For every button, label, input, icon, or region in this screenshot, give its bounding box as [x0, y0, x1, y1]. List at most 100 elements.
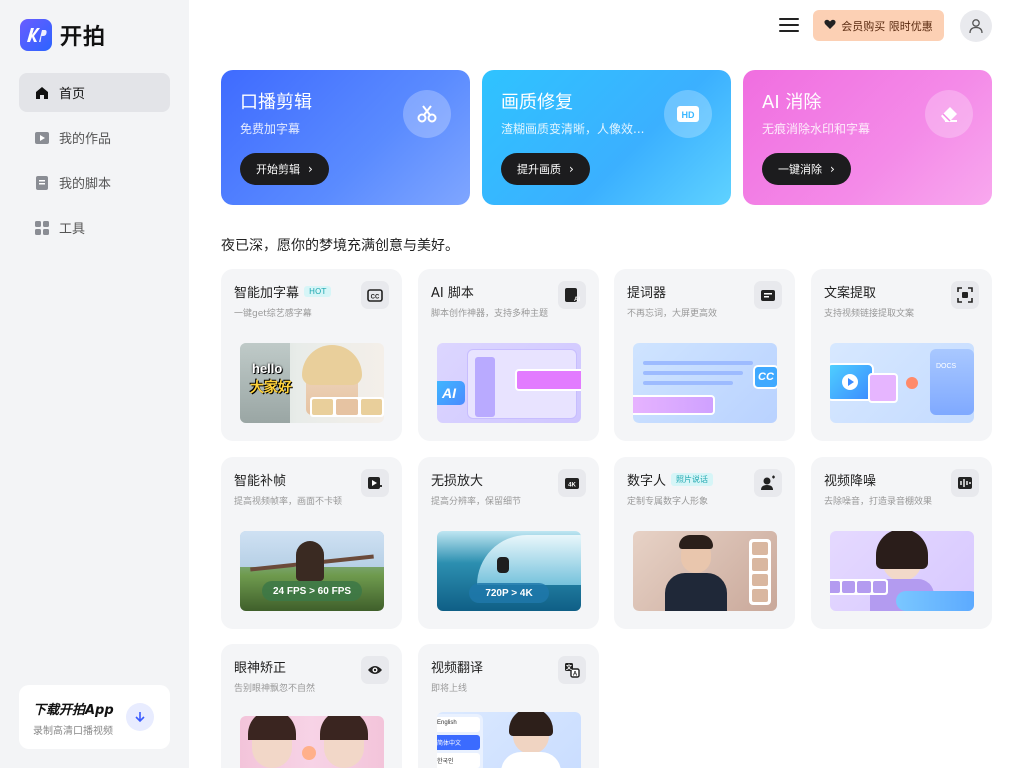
doc-icon: [35, 175, 49, 190]
tool-card-ai-script[interactable]: AI 脚本 脚本创作神器，支持多种主题 AI AI: [418, 269, 599, 441]
upscale-preview-image: 720P > 4K: [437, 531, 581, 611]
extract-icon: [951, 281, 979, 309]
home-icon: [35, 86, 49, 100]
frame-icon: [361, 469, 389, 497]
thumb-cc-text: CC: [753, 365, 777, 389]
diamond-heart-icon: [824, 19, 836, 33]
svg-text:文: 文: [565, 664, 573, 672]
feature-subtitle: 无痕消除水印和字幕: [762, 122, 871, 136]
greeting-text: 夜已深，愿你的梦境充满创意与美好。: [221, 238, 459, 254]
logo-mark-icon: [20, 19, 52, 51]
sidebar-item-label: 我的作品: [59, 132, 112, 147]
tool-name: 提词器: [627, 286, 667, 301]
tool-name: 无损放大: [431, 474, 484, 489]
feature-card-ai-erase[interactable]: AI 消除 无痕消除水印和字幕 一键消除 ›: [743, 70, 992, 205]
tool-name: 视频降噪: [824, 474, 877, 489]
app-logo[interactable]: 开拍: [20, 19, 106, 51]
cc-icon: CC: [361, 281, 389, 309]
improve-quality-button[interactable]: 提升画质 ›: [501, 153, 590, 185]
svg-text:4K: 4K: [568, 482, 576, 488]
eye-correction-preview-image: [240, 716, 384, 768]
tool-card-upscale[interactable]: 无损放大 提高分辨率，保留细节 4K 720P > 4K: [418, 457, 599, 629]
sidebar-item-label: 首页: [59, 87, 86, 102]
tool-card-video-translate[interactable]: 视频翻译 即将上线 文A English 简体中文 한국인: [418, 644, 599, 768]
start-edit-button[interactable]: 开始剪辑 ›: [240, 153, 329, 185]
denoise-preview-image: [830, 531, 974, 611]
tool-card-eye-correction[interactable]: 眼神矫正 告别眼神飘忽不自然: [221, 644, 402, 768]
tool-name: 视频翻译: [431, 661, 484, 676]
chevron-right-icon: ›: [308, 162, 313, 176]
svg-text:A: A: [573, 672, 578, 678]
tool-card-subtitles[interactable]: 智能加字幕 HOT 一键get综艺感字幕 CC hello 大家好: [221, 269, 402, 441]
download-app-card[interactable]: 下载开拍App 录制高清口播视频: [19, 685, 170, 749]
4k-icon: 4K: [558, 469, 586, 497]
vip-purchase-button[interactable]: 会员购买 限时优惠: [813, 10, 944, 41]
feature-subtitle: 渣糊画质变清晰，人像效...: [501, 122, 645, 136]
chevron-right-icon: ›: [569, 162, 574, 176]
svg-text:CC: CC: [371, 294, 380, 300]
denoise-icon: [951, 469, 979, 497]
tool-card-teleprompter[interactable]: 提词器 不再忘词，大屏更高效 CC: [614, 269, 795, 441]
tool-name: AI 脚本: [431, 286, 474, 301]
ai-script-icon: AI: [558, 281, 586, 309]
tool-card-denoise[interactable]: 视频降噪 去除噪音，打造录音棚效果: [811, 457, 992, 629]
digital-human-icon: [754, 469, 782, 497]
digital-human-preview-image: [633, 531, 777, 611]
download-arrow-icon[interactable]: [126, 703, 154, 731]
thumb-ai-text: AI: [437, 381, 465, 405]
thumb-hello-text: hello: [252, 361, 283, 376]
subtitle-preview-image: hello 大家好: [240, 343, 384, 423]
app-name: 开拍: [60, 25, 107, 50]
lang-option: English: [437, 717, 480, 732]
lang-option: 简体中文: [437, 735, 480, 750]
hd-icon: HD: [664, 90, 712, 138]
eraser-icon: [925, 90, 973, 138]
translate-icon: 文A: [558, 656, 586, 684]
one-click-erase-button[interactable]: 一键消除 ›: [762, 153, 851, 185]
eye-icon: [361, 656, 389, 684]
teleprompter-preview-image: CC: [633, 343, 777, 423]
sidebar-nav: 首页 我的作品 我的脚本 工具: [19, 73, 170, 253]
svg-text:HD: HD: [682, 110, 695, 120]
translate-preview-image: English 简体中文 한국인: [437, 712, 581, 768]
svg-text:AI: AI: [574, 297, 580, 303]
tool-card-frame-interp[interactable]: 智能补帧 提高视频帧率，画面不卡顿 24 FPS > 60 FPS: [221, 457, 402, 629]
frame-interp-preview-image: 24 FPS > 60 FPS: [240, 531, 384, 611]
extract-preview-image: DOCS: [830, 343, 974, 423]
sidebar-item-tools[interactable]: 工具: [19, 208, 170, 247]
feature-card-voice-edit[interactable]: 口播剪辑 免费加字幕 开始剪辑 ›: [221, 70, 470, 205]
feature-subtitle: 免费加字幕: [240, 122, 301, 136]
tool-card-extract-text[interactable]: 文案提取 支持视频链接提取文案 DOCS: [811, 269, 992, 441]
tool-name: 眼神矫正: [234, 661, 287, 676]
user-avatar[interactable]: [960, 10, 992, 42]
tool-name: 数字人: [627, 474, 667, 489]
tool-card-digital-human[interactable]: 数字人 照片说话 定制专属数字人形象: [614, 457, 795, 629]
hot-badge: HOT: [304, 286, 332, 297]
feature-card-quality-repair[interactable]: 画质修复 渣糊画质变清晰，人像效... HD 提升画质 ›: [482, 70, 731, 205]
photo-talk-badge: 照片说话: [671, 473, 714, 486]
sidebar-item-label: 工具: [59, 222, 86, 237]
chevron-right-icon: ›: [830, 162, 835, 176]
play-box-icon: [35, 131, 49, 145]
grid-icon: [35, 220, 49, 235]
sidebar: 开拍 首页 我的作品 我的脚本 工具 下载开拍App 录制高清口播视频: [0, 0, 189, 768]
waveform: [896, 591, 974, 611]
teleprompter-icon: [754, 281, 782, 309]
tool-name: 文案提取: [824, 286, 877, 301]
sidebar-item-label: 我的脚本: [59, 177, 112, 192]
user-icon: [969, 19, 983, 34]
vip-label: 会员购买 限时优惠: [841, 19, 933, 33]
action-label: 开始剪辑: [256, 163, 300, 176]
tool-name: 智能加字幕: [234, 286, 300, 301]
action-label: 提升画质: [517, 163, 561, 176]
sidebar-item-works[interactable]: 我的作品: [19, 118, 170, 157]
thumb-fps-text: 24 FPS > 60 FPS: [262, 581, 362, 601]
ai-script-preview-image: AI: [437, 343, 581, 423]
action-label: 一键消除: [778, 163, 822, 176]
lang-option: 한국인: [437, 753, 480, 768]
sidebar-item-home[interactable]: 首页: [19, 73, 170, 112]
sidebar-item-scripts[interactable]: 我的脚本: [19, 163, 170, 202]
tool-name: 智能补帧: [234, 474, 287, 489]
menu-icon[interactable]: [779, 15, 799, 35]
scissors-icon: [403, 90, 451, 138]
